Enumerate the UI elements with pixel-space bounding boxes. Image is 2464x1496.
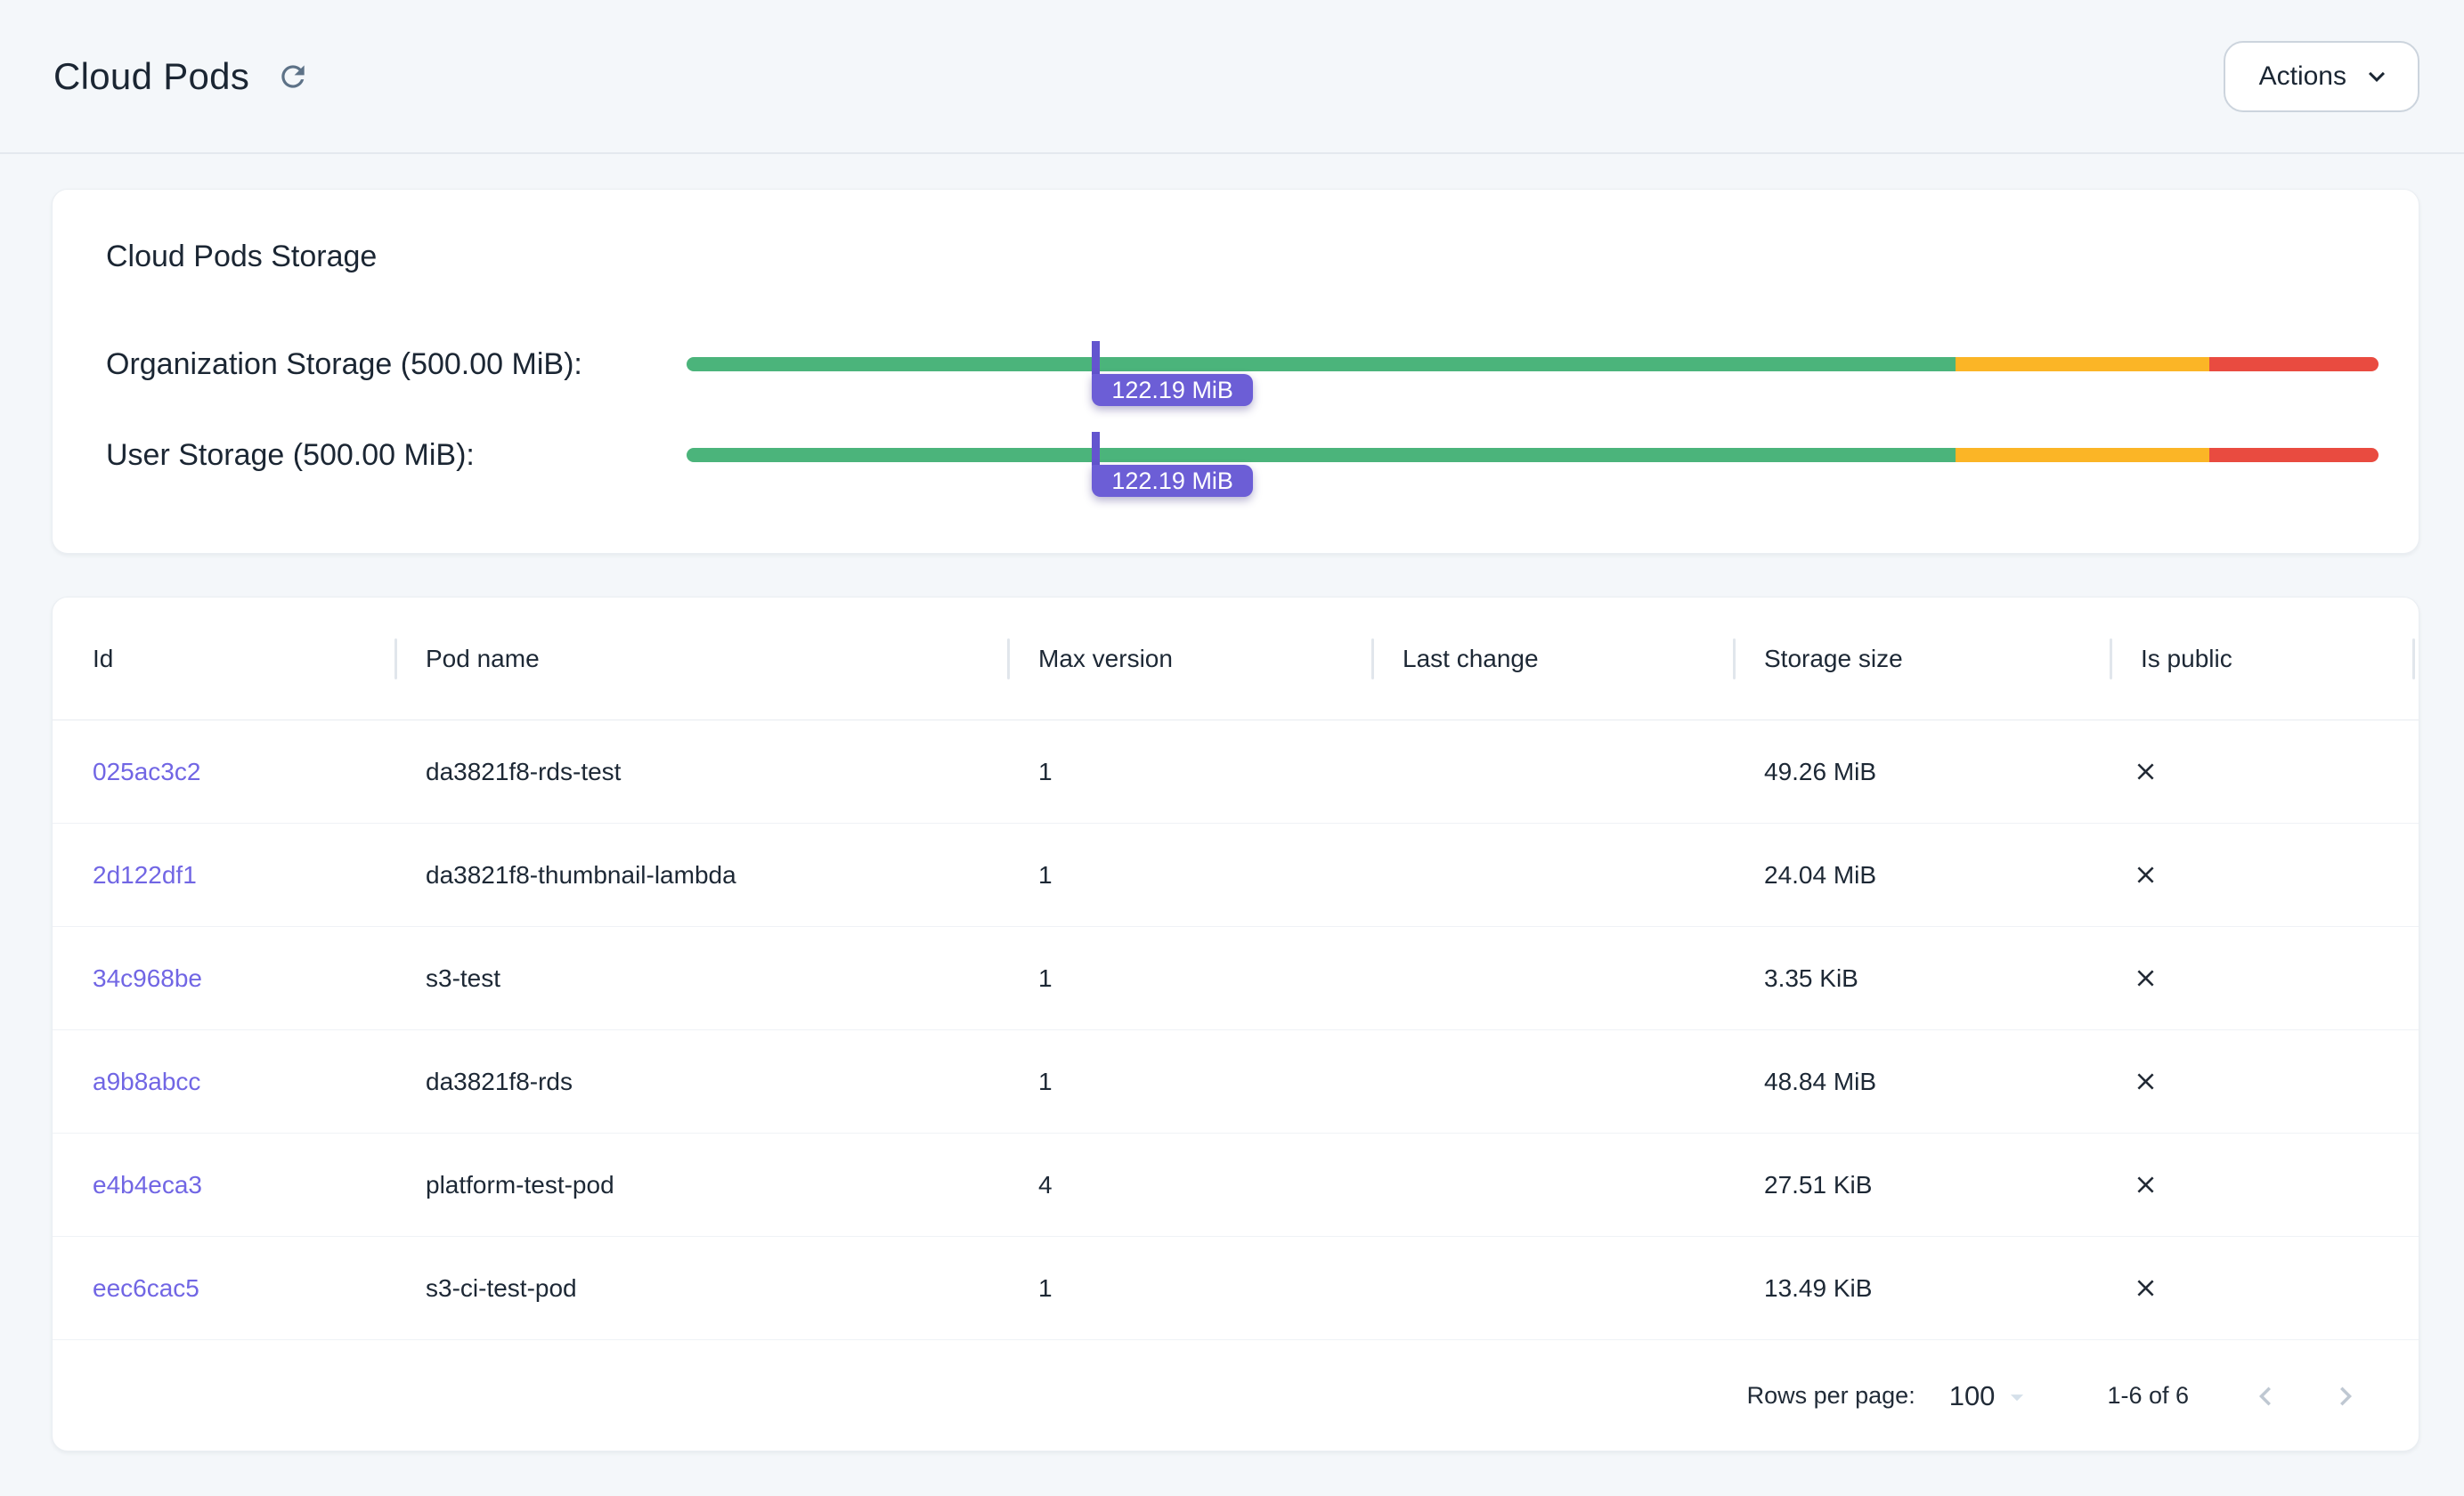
- pod-name-cell: da3821f8-thumbnail-lambda: [395, 861, 1008, 890]
- user-storage-used-badge: 122.19 MiB: [1092, 465, 1253, 497]
- max-version-cell: 1: [1008, 1274, 1372, 1303]
- close-icon: [2132, 1068, 2159, 1095]
- user-storage-row: User Storage (500.00 MiB): 122.19 MiB: [106, 439, 2379, 471]
- table-row: eec6cac5 s3-ci-test-pod 1 13.49 KiB: [53, 1237, 2419, 1340]
- usage-marker-tick: [1092, 432, 1100, 466]
- max-version-cell: 1: [1008, 1068, 1372, 1096]
- pod-id-cell: 025ac3c2: [53, 758, 395, 786]
- pod-id-link[interactable]: e4b4eca3: [93, 1171, 202, 1199]
- gauge-zone-critical: [2209, 357, 2379, 371]
- storage-size-cell: 27.51 KiB: [1734, 1171, 2110, 1199]
- previous-page-button[interactable]: [2244, 1375, 2287, 1418]
- column-header-is-public[interactable]: Is public: [2110, 598, 2419, 720]
- pod-id-cell: e4b4eca3: [53, 1171, 395, 1199]
- is-public-cell: [2110, 1068, 2419, 1095]
- column-header-pod-name[interactable]: Pod name: [395, 598, 1008, 720]
- storage-card-title: Cloud Pods Storage: [106, 240, 377, 274]
- is-public-cell: [2110, 758, 2419, 785]
- next-page-button[interactable]: [2324, 1375, 2367, 1418]
- pod-name-cell: da3821f8-rds: [395, 1068, 1008, 1096]
- page-header: Cloud Pods Actions: [0, 0, 2464, 154]
- storage-size-cell: 13.49 KiB: [1734, 1274, 2110, 1303]
- page-title: Cloud Pods: [53, 55, 249, 98]
- user-storage-gauge: 122.19 MiB: [687, 448, 2379, 462]
- storage-card: Cloud Pods Storage Organization Storage …: [52, 189, 2419, 554]
- column-header-last-change[interactable]: Last change: [1372, 598, 1734, 720]
- storage-size-cell: 24.04 MiB: [1734, 861, 2110, 890]
- refresh-icon: [276, 60, 310, 94]
- rows-per-page-select[interactable]: 100: [1949, 1380, 2033, 1412]
- pod-name-cell: s3-ci-test-pod: [395, 1274, 1008, 1303]
- pod-name-cell: da3821f8-rds-test: [395, 758, 1008, 786]
- close-icon: [2132, 964, 2159, 992]
- column-header-storage-size[interactable]: Storage size: [1734, 598, 2110, 720]
- close-icon: [2132, 1274, 2159, 1302]
- organization-storage-used-badge: 122.19 MiB: [1092, 374, 1253, 406]
- pod-id-cell: 34c968be: [53, 964, 395, 993]
- table-row: a9b8abcc da3821f8-rds 1 48.84 MiB: [53, 1030, 2419, 1134]
- max-version-cell: 1: [1008, 758, 1372, 786]
- column-header-max-version[interactable]: Max version: [1008, 598, 1372, 720]
- close-icon: [2132, 758, 2159, 785]
- pod-id-link[interactable]: 2d122df1: [93, 861, 197, 889]
- user-storage-label: User Storage (500.00 MiB):: [106, 438, 687, 473]
- actions-button-label: Actions: [2259, 61, 2346, 92]
- table-row: 2d122df1 da3821f8-thumbnail-lambda 1 24.…: [53, 824, 2419, 927]
- gauge-zone-ok: [687, 448, 1956, 462]
- gauge-zone-ok: [687, 357, 1956, 371]
- table-header-row: Id Pod name Max version Last change Stor…: [53, 598, 2419, 720]
- storage-size-cell: 48.84 MiB: [1734, 1068, 2110, 1096]
- gauge-zone-warning: [1956, 448, 2209, 462]
- pod-name-cell: s3-test: [395, 964, 1008, 993]
- max-version-cell: 1: [1008, 964, 1372, 993]
- gauge-zones: [687, 448, 2379, 462]
- is-public-cell: [2110, 1171, 2419, 1199]
- table-row: e4b4eca3 platform-test-pod 4 27.51 KiB: [53, 1134, 2419, 1237]
- table-row: 34c968be s3-test 1 3.35 KiB: [53, 927, 2419, 1030]
- refresh-button[interactable]: [271, 54, 315, 99]
- is-public-cell: [2110, 964, 2419, 992]
- gauge-zones: [687, 357, 2379, 371]
- rows-per-page-value: 100: [1949, 1380, 1996, 1412]
- is-public-cell: [2110, 1274, 2419, 1302]
- max-version-cell: 1: [1008, 861, 1372, 890]
- pod-name-cell: platform-test-pod: [395, 1171, 1008, 1199]
- pod-id-cell: a9b8abcc: [53, 1068, 395, 1096]
- chevron-down-icon: [2361, 61, 2393, 93]
- dropdown-caret-icon: [2002, 1382, 2032, 1412]
- table-row: 025ac3c2 da3821f8-rds-test 1 49.26 MiB: [53, 720, 2419, 824]
- pagination-bar: Rows per page: 100 1-6 of 6: [53, 1340, 2419, 1451]
- pod-id-link[interactable]: eec6cac5: [93, 1274, 199, 1302]
- pod-id-cell: 2d122df1: [53, 861, 395, 890]
- pod-id-link[interactable]: a9b8abcc: [93, 1068, 200, 1095]
- pagination-range-label: 1-6 of 6: [2107, 1382, 2189, 1410]
- rows-per-page-label: Rows per page:: [1747, 1382, 1915, 1410]
- pods-table-card: Id Pod name Max version Last change Stor…: [52, 597, 2419, 1451]
- usage-marker-tick: [1092, 341, 1100, 375]
- chevron-right-icon: [2327, 1378, 2364, 1415]
- organization-storage-gauge: 122.19 MiB: [687, 357, 2379, 371]
- organization-storage-row: Organization Storage (500.00 MiB): 122.1…: [106, 348, 2379, 380]
- gauge-zone-warning: [1956, 357, 2209, 371]
- chevron-left-icon: [2247, 1378, 2284, 1415]
- storage-size-cell: 3.35 KiB: [1734, 964, 2110, 993]
- storage-size-cell: 49.26 MiB: [1734, 758, 2110, 786]
- close-icon: [2132, 861, 2159, 889]
- organization-storage-label: Organization Storage (500.00 MiB):: [106, 347, 687, 382]
- max-version-cell: 4: [1008, 1171, 1372, 1199]
- is-public-cell: [2110, 861, 2419, 889]
- gauge-zone-critical: [2209, 448, 2379, 462]
- pod-id-link[interactable]: 34c968be: [93, 964, 202, 992]
- column-header-id[interactable]: Id: [53, 598, 395, 720]
- pod-id-link[interactable]: 025ac3c2: [93, 758, 200, 785]
- pod-id-cell: eec6cac5: [53, 1274, 395, 1303]
- table-body: 025ac3c2 da3821f8-rds-test 1 49.26 MiB 2…: [53, 720, 2419, 1340]
- actions-button[interactable]: Actions: [2224, 41, 2419, 112]
- close-icon: [2132, 1171, 2159, 1199]
